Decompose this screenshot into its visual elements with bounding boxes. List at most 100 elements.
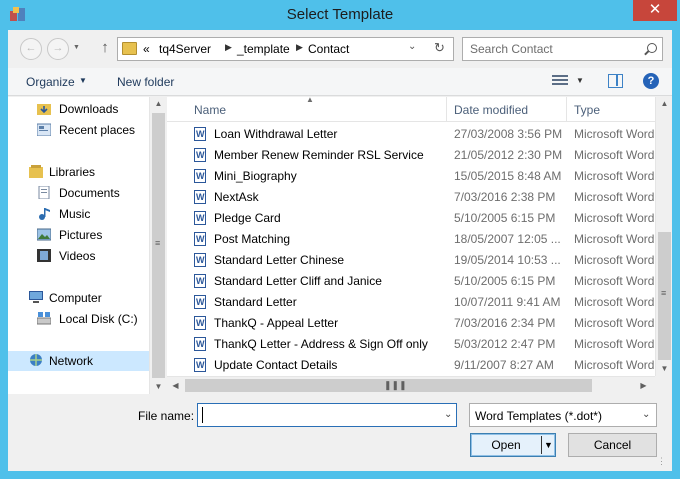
search-icon[interactable]	[647, 43, 657, 53]
word-document-icon	[194, 232, 206, 246]
nav-item-documents[interactable]: Documents	[8, 183, 149, 203]
text-cursor	[202, 407, 203, 423]
file-type: Microsoft Word 9	[574, 295, 655, 309]
nav-item-label: Local Disk (C:)	[59, 312, 138, 326]
refresh-icon[interactable]: ↻	[434, 40, 445, 56]
address-dropdown-icon[interactable]: ⌄	[408, 41, 416, 52]
nav-scrollbar[interactable]: ▲ ≡ ▼	[149, 97, 166, 394]
file-name-input[interactable]: ⌄	[197, 403, 457, 427]
folder-icon	[122, 42, 137, 55]
scroll-thumb[interactable]: ≡	[152, 113, 165, 378]
file-list-horizontal-scrollbar[interactable]: ◀ ❚❚❚ ▶	[167, 376, 655, 394]
file-row[interactable]: Mini_Biography 15/05/2015 8:48 AM Microsof…	[167, 165, 655, 186]
back-button[interactable]: ←	[20, 38, 42, 60]
close-button[interactable]: ✕	[633, 0, 677, 21]
view-options-chevron-icon[interactable]: ▼	[576, 76, 584, 85]
file-row[interactable]: Member Renew Reminder RSL Service 21/05/2…	[167, 144, 655, 165]
breadcrumb-separator-icon[interactable]: ▶	[225, 42, 232, 53]
new-folder-button[interactable]: New folder	[117, 75, 174, 89]
file-type: Microsoft Word 9	[574, 358, 655, 372]
file-row[interactable]: Loan Withdrawal Letter 27/03/2008 3:56 PM…	[167, 123, 655, 144]
file-name: Standard Letter Cliff and Janice	[214, 274, 382, 288]
file-date-modified: 5/03/2012 2:47 PM	[454, 337, 556, 351]
nav-item-videos[interactable]: Videos	[8, 246, 149, 266]
file-name: Update Contact Details	[214, 358, 338, 372]
cancel-button[interactable]: Cancel	[568, 433, 657, 457]
nav-item-local-disk[interactable]: Local Disk (C:)	[8, 309, 149, 329]
nav-item-recent-places[interactable]: Recent places	[8, 120, 149, 140]
up-button[interactable]: ↑	[97, 37, 113, 59]
nav-item-pictures[interactable]: Pictures	[8, 225, 149, 245]
preview-pane-icon[interactable]	[608, 74, 623, 88]
search-input[interactable]: Search Contact	[470, 42, 553, 56]
word-document-icon	[194, 211, 206, 225]
scroll-right-icon[interactable]: ▶	[637, 379, 650, 393]
scroll-down-icon[interactable]: ▼	[152, 380, 165, 394]
column-divider[interactable]	[446, 97, 447, 122]
word-document-icon	[194, 358, 206, 372]
file-type-filter[interactable]: Word Templates (*.dot*) ⌄	[469, 403, 657, 427]
address-bar[interactable]: « tq4Server ▶ _template ▶ Contact ⌄ ↻	[117, 37, 454, 61]
scroll-down-icon[interactable]: ▼	[658, 362, 671, 376]
change-view-icon[interactable]	[552, 75, 568, 87]
file-list[interactable]: ▲ Name Date modified Type Loan Withdrawa…	[167, 97, 655, 376]
recent-places-icon	[37, 123, 51, 136]
breadcrumb-overflow[interactable]: «	[143, 42, 150, 56]
column-header-date[interactable]: Date modified	[454, 103, 528, 117]
file-row[interactable]: ThankQ Letter - Address & Sign Off only 5…	[167, 333, 655, 354]
file-type: Microsoft Word 9	[574, 274, 655, 288]
title-bar[interactable]: Select Template ✕	[0, 0, 680, 30]
help-icon[interactable]: ?	[643, 73, 659, 89]
nav-item-label: Documents	[59, 186, 120, 200]
column-header-name[interactable]: Name	[194, 103, 226, 117]
column-divider[interactable]	[566, 97, 567, 122]
file-name: Pledge Card	[214, 211, 281, 225]
organize-button[interactable]: Organize	[26, 75, 75, 89]
breadcrumb-item[interactable]: tq4Server	[159, 42, 211, 56]
column-header-type[interactable]: Type	[574, 103, 600, 117]
videos-icon	[37, 249, 51, 262]
file-date-modified: 5/10/2005 6:15 PM	[454, 274, 556, 288]
nav-item-computer[interactable]: Computer	[8, 288, 149, 308]
breadcrumb-separator-icon[interactable]: ▶	[296, 42, 303, 53]
documents-icon	[38, 186, 50, 199]
recent-locations-chevron-icon[interactable]: ▼	[73, 44, 80, 51]
file-type: Microsoft Word 9	[574, 337, 655, 351]
nav-item-network[interactable]: Network	[8, 351, 149, 371]
file-row[interactable]: NextAsk 7/03/2016 2:38 PM Microsoft Word 9	[167, 186, 655, 207]
scroll-thumb[interactable]: ≡	[658, 232, 671, 360]
forward-button[interactable]: →	[47, 38, 69, 60]
computer-icon	[29, 291, 43, 303]
file-name: Standard Letter Chinese	[214, 253, 345, 267]
breadcrumb-item[interactable]: Contact	[308, 42, 349, 56]
file-row[interactable]: ThankQ - Appeal Letter 7/03/2016 2:34 PM M…	[167, 312, 655, 333]
search-box[interactable]: Search Contact	[462, 37, 663, 61]
scroll-thumb[interactable]: ❚❚❚	[185, 379, 592, 392]
nav-item-downloads[interactable]: Downloads	[8, 99, 149, 119]
open-options-dropdown-icon[interactable]: ▼	[544, 434, 553, 456]
column-header-row: ▲ Name Date modified Type	[167, 97, 655, 122]
libraries-icon	[29, 165, 43, 178]
file-row[interactable]: Post Matching 18/05/2007 12:05 ... Microso…	[167, 228, 655, 249]
pictures-icon	[37, 228, 51, 241]
file-name: Post Matching	[214, 232, 291, 246]
file-row[interactable]: Standard Letter Cliff and Janice 5/10/200…	[167, 270, 655, 291]
file-row[interactable]: Update Contact Details 9/11/2007 8:27 AM M…	[167, 354, 655, 375]
resize-grip-icon[interactable]: ⋮	[657, 456, 666, 467]
chevron-down-icon[interactable]: ▼	[79, 76, 87, 85]
chevron-down-icon[interactable]: ⌄	[642, 409, 650, 420]
file-list-vertical-scrollbar[interactable]: ▲ ≡ ▼	[655, 97, 672, 376]
file-row[interactable]: Pledge Card 5/10/2005 6:15 PM Microsoft Wo…	[167, 207, 655, 228]
scroll-left-icon[interactable]: ◀	[169, 379, 182, 393]
file-name: Standard Letter	[214, 295, 297, 309]
local-disk-icon	[37, 312, 51, 325]
open-button[interactable]: Open ▼	[470, 433, 556, 457]
nav-item-music[interactable]: Music	[8, 204, 149, 224]
file-row[interactable]: Standard Letter Chinese 19/05/2014 10:53 …	[167, 249, 655, 270]
breadcrumb-item[interactable]: _template	[237, 42, 290, 56]
nav-item-libraries[interactable]: Libraries	[8, 162, 149, 182]
scroll-up-icon[interactable]: ▲	[658, 97, 671, 111]
scroll-up-icon[interactable]: ▲	[152, 97, 165, 111]
file-row[interactable]: Standard Letter 10/07/2011 9:41 AM Microso…	[167, 291, 655, 312]
chevron-down-icon[interactable]: ⌄	[444, 409, 452, 420]
